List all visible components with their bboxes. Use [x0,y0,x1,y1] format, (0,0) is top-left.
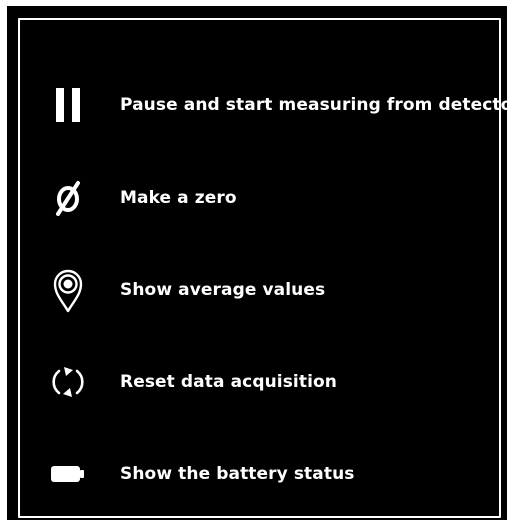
legend-item-battery: Show the battery status [20,446,499,502]
icon-legend-panel: Pause and start measuring from detector … [7,6,513,520]
legend-item-zero: Make a zero [20,170,499,226]
legend-label-reset: Reset data acquisition [120,372,337,392]
pause-icon [50,81,86,129]
legend-label-average: Show average values [120,280,326,300]
location-pin-icon [50,266,86,314]
refresh-icon [50,358,86,406]
legend-item-reset: Reset data acquisition [20,354,499,410]
legend-border: Pause and start measuring from detector … [18,18,513,518]
legend-label-pause: Pause and start measuring from detector [120,95,513,115]
legend-label-battery: Show the battery status [120,464,355,484]
legend-label-zero: Make a zero [120,188,237,208]
battery-icon [50,450,86,498]
zero-icon [50,174,86,222]
legend-item-pause: Pause and start measuring from detector [20,77,513,133]
legend-item-average: Show average values [20,262,499,318]
